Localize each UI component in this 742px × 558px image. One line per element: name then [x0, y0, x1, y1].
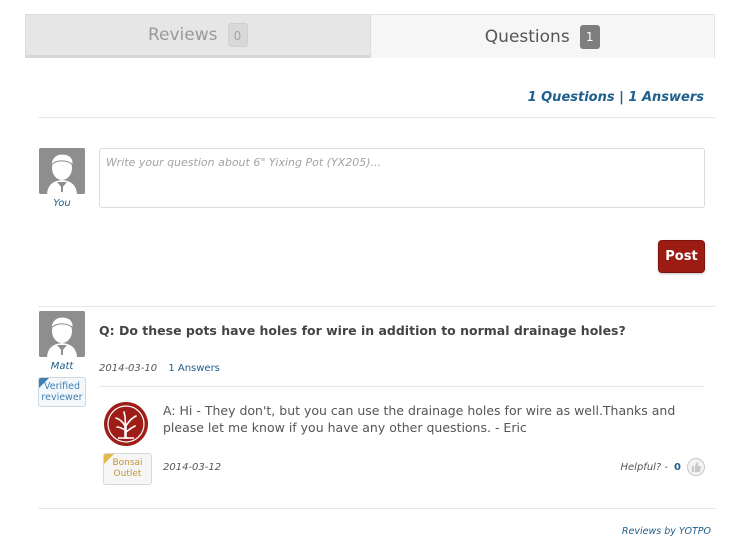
divider — [38, 306, 715, 307]
qa-summary[interactable]: 1 Questions | 1 Answers — [528, 90, 704, 105]
thumbs-up-icon[interactable] — [687, 458, 705, 476]
question-meta: 2014-03-10 1 Answers — [99, 363, 220, 374]
answers-link[interactable]: 1 Answers — [168, 363, 220, 374]
tab-questions[interactable]: Questions 1 — [370, 14, 715, 58]
tab-bar: Reviews 0 Questions 1 — [25, 14, 715, 58]
tab-reviews-label: Reviews — [147, 25, 218, 45]
divider — [38, 117, 715, 118]
tab-reviews[interactable]: Reviews 0 — [25, 14, 371, 58]
answer-text: A: Hi - They don't, but you can use the … — [163, 403, 676, 435]
store-badge: Bonsai Outlet — [103, 453, 152, 485]
question-author: Matt — [50, 361, 74, 372]
question-date: 2014-03-10 — [99, 363, 158, 374]
powered-by-link[interactable]: Reviews by YOTPO — [622, 526, 711, 537]
helpful-count: 0 — [674, 461, 681, 473]
questions-count-badge: 1 — [579, 24, 600, 49]
tab-questions-label: Questions — [484, 26, 570, 47]
divider — [38, 508, 715, 509]
helpful-label: Helpful? - — [620, 461, 669, 473]
question-input[interactable] — [99, 148, 705, 208]
post-button[interactable]: Post — [658, 240, 705, 273]
store-badge-label: Bonsai Outlet — [112, 458, 143, 479]
bonsai-tree-icon — [104, 402, 148, 446]
verified-check-icon — [39, 378, 50, 389]
answer-date: 2014-03-12 — [163, 462, 222, 473]
user-avatar-icon — [39, 148, 85, 194]
reviews-count-badge: 0 — [227, 23, 248, 47]
divider — [99, 386, 705, 387]
helpful-vote: Helpful? - 0 — [620, 458, 705, 476]
verified-reviewer-badge: Verified reviewer — [38, 377, 86, 407]
user-avatar-icon — [39, 311, 85, 357]
store-badge-icon — [104, 454, 115, 465]
question-text: Q: Do these pots have holes for wire in … — [99, 323, 626, 338]
you-label: You — [53, 198, 71, 209]
